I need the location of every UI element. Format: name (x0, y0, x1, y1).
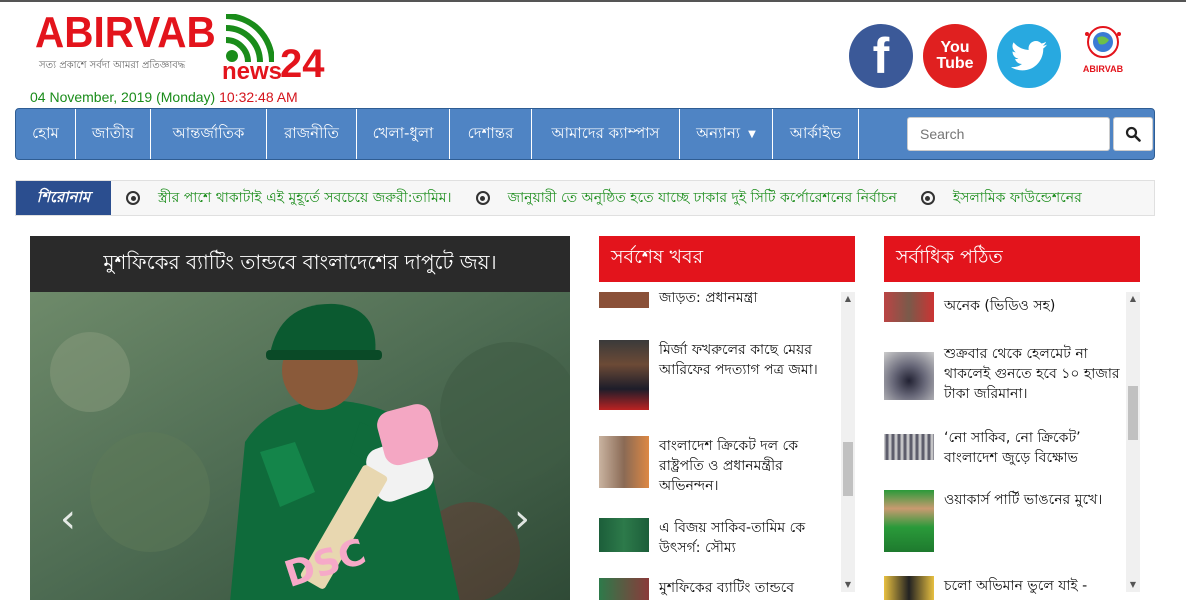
nav-item-national[interactable]: জাতীয় (76, 109, 151, 159)
search-icon (1125, 126, 1141, 142)
slider-next-icon[interactable]: › (514, 496, 530, 542)
list-item[interactable]: অনেক (ভিডিও সহ) (884, 292, 1124, 322)
featured-slider[interactable]: মুশফিকের ব্যাটিং তান্ডবে বাংলাদেশের দাপু… (30, 236, 570, 600)
latest-news-list: জড়িত: প্রধানমন্ত্রী মির্জা ফখরুলের কাছে… (599, 292, 839, 600)
news-thumbnail (884, 490, 934, 552)
scroll-thumb[interactable] (1128, 386, 1138, 440)
news-title[interactable]: মির্জা ফখরুলের কাছে মেয়র আরিফের পদত্যাগ… (659, 340, 839, 410)
ticker-track: স্ত্রীর পাশে থাকাটাই এই মুহূর্তে সবচেয়ে… (124, 181, 1104, 215)
list-item[interactable]: ওয়াকার্স পার্টি ভাঙনের মুখে। (884, 490, 1124, 552)
youtube-icon-line1: You (940, 39, 970, 56)
list-item[interactable]: শুক্রবার থেকে হেলমেট না থাকলেই গুনতে হবে… (884, 344, 1124, 404)
news-title[interactable]: ‘নো সাকিব, নো ক্রিকেট’ বাংলাদেশ জুড়ে বি… (944, 428, 1124, 468)
most-read-list: অনেক (ভিডিও সহ) শুক্রবার থেকে হেলমেট না … (884, 292, 1124, 600)
bullet-icon (920, 191, 935, 205)
nav-label: দেশান্তর (467, 123, 514, 142)
nav-label: খেলা-ধুলা (372, 123, 434, 142)
ticker-item[interactable]: ইসলামিক ফাউন্ডেশনের (953, 186, 1082, 210)
globe-icon (1085, 26, 1121, 58)
current-date: 04 November, 2019 (Monday) (30, 89, 216, 105)
foundation-logo[interactable]: ABIRVAB (1073, 24, 1133, 88)
news-thumbnail (599, 340, 649, 410)
caret-down-icon: ▼ (748, 128, 756, 140)
news-thumbnail (884, 434, 934, 460)
scroll-thumb[interactable] (843, 442, 853, 496)
news-thumbnail (599, 578, 649, 600)
nav-item-sports[interactable]: খেলা-ধুলা (357, 109, 450, 159)
nav-item-home[interactable]: হোম (16, 109, 76, 159)
foundation-label: ABIRVAB (1082, 64, 1124, 74)
list-item[interactable]: ‘নো সাকিব, নো ক্রিকেট’ বাংলাদেশ জুড়ে বি… (884, 428, 1124, 468)
news-title[interactable]: বাংলাদেশ ক্রিকেট দল কে রাষ্ট্রপতি ও প্রধ… (659, 436, 839, 496)
current-datetime: 04 November, 2019 (Monday) 10:32:48 AM (30, 89, 298, 105)
latest-news-panel: সর্বশেষ খবর জড়িত: প্রধানমন্ত্রী মির্জা … (599, 236, 855, 600)
nav-label: জাতীয় (91, 123, 135, 142)
list-item[interactable]: এ বিজয় সাকিব-তামিম কে উৎসর্গ: সৌম্য (599, 518, 839, 558)
scroll-up-icon[interactable]: ▲ (841, 292, 855, 306)
news-thumbnail (599, 436, 649, 488)
nav-label: আর্কাইভ (789, 123, 842, 142)
facebook-icon: f (872, 28, 890, 84)
ticker-item[interactable]: জানুয়ারী তে অনুষ্ঠিত হতে যাচ্ছে ঢাকার দ… (508, 186, 897, 210)
site-logo[interactable]: ABIRVAB সত্য প্রকাশে সর্বদা আমরা প্রতিজ্… (35, 8, 335, 88)
headline-ticker: শিরোনাম স্ত্রীর পাশে থাকাটাই এই মুহূর্তে… (15, 180, 1155, 216)
list-item[interactable]: জড়িত: প্রধানমন্ত্রী (599, 292, 839, 308)
news-thumbnail (884, 352, 934, 400)
nav-label: আন্তর্জাতিক (172, 123, 245, 142)
youtube-link[interactable]: You Tube (923, 24, 987, 88)
nav-label: রাজনীতি (284, 123, 339, 142)
bullet-icon (126, 191, 140, 205)
news-thumbnail (884, 292, 934, 322)
ticker-label: শিরোনাম (16, 181, 111, 215)
most-read-scrollbar[interactable]: ▲ ▼ (1126, 292, 1140, 592)
twitter-link[interactable] (997, 24, 1061, 88)
ticker-item[interactable]: স্ত্রীর পাশে থাকাটাই এই মুহূর্তে সবচেয়ে… (158, 186, 452, 210)
logo-news-text: news (222, 58, 283, 85)
nav-label: হোম (32, 123, 59, 142)
list-item[interactable]: চলো অভিমান ভুলে যাই - (884, 576, 1124, 600)
news-title[interactable]: এ বিজয় সাকিব-তামিম কে উৎসর্গ: সৌম্য (659, 518, 839, 558)
slide-title[interactable]: মুশফিকের ব্যাটিং তান্ডবে বাংলাদেশের দাপু… (30, 236, 570, 292)
most-read-panel: সর্বাধিক পঠিত অনেক (ভিডিও সহ) শুক্রবার থ… (884, 236, 1140, 600)
news-title[interactable]: মুশফিকের ব্যাটিং তান্ডবে (659, 578, 839, 600)
most-read-heading: সর্বাধিক পঠিত (884, 236, 1140, 282)
facebook-link[interactable]: f (849, 24, 913, 88)
scroll-down-icon[interactable]: ▼ (1126, 578, 1140, 592)
latest-scrollbar[interactable]: ▲ ▼ (841, 292, 855, 592)
nav-item-politics[interactable]: রাজনীতি (267, 109, 357, 159)
news-title[interactable]: চলো অভিমান ভুলে যাই - (944, 576, 1124, 600)
logo-tagline: সত্য প্রকাশে সর্বদা আমরা প্রতিজ্ঞাবদ্ধ (39, 60, 186, 71)
news-thumbnail (599, 518, 649, 552)
logo-wordmark: ABIRVAB (35, 8, 216, 57)
scroll-up-icon[interactable]: ▲ (1126, 292, 1140, 306)
list-item[interactable]: মুশফিকের ব্যাটিং তান্ডবে (599, 578, 839, 600)
nav-item-others[interactable]: অন্যান্য ▼ (680, 109, 773, 159)
news-thumbnail (884, 576, 934, 600)
nav-item-abroad[interactable]: দেশান্তর (450, 109, 532, 159)
nav-label: আমাদের ক্যাম্পাস (551, 123, 660, 142)
news-title[interactable]: জড়িত: প্রধানমন্ত্রী (659, 292, 839, 308)
news-title[interactable]: ওয়াকার্স পার্টি ভাঙনের মুখে। (944, 490, 1124, 552)
news-title[interactable]: শুক্রবার থেকে হেলমেট না থাকলেই গুনতে হবে… (944, 344, 1124, 404)
logo-number: 24 (280, 42, 325, 86)
youtube-icon-line2: Tube (936, 55, 974, 72)
twitter-icon (1011, 41, 1047, 71)
news-title[interactable]: অনেক (ভিডিও সহ) (944, 296, 1124, 322)
cricketer-photo: DSC (30, 292, 570, 600)
search-button[interactable] (1113, 117, 1153, 151)
latest-news-heading: সর্বশেষ খবর (599, 236, 855, 282)
slider-prev-icon[interactable]: ‹ (60, 496, 76, 542)
search-input[interactable] (907, 117, 1110, 151)
news-thumbnail (599, 292, 649, 308)
scroll-down-icon[interactable]: ▼ (841, 578, 855, 592)
nav-label: অন্যান্য (696, 123, 741, 142)
nav-item-international[interactable]: আন্তর্জাতিক (151, 109, 267, 159)
bullet-icon (475, 191, 490, 205)
list-item[interactable]: বাংলাদেশ ক্রিকেট দল কে রাষ্ট্রপতি ও প্রধ… (599, 436, 839, 496)
list-item[interactable]: মির্জা ফখরুলের কাছে মেয়র আরিফের পদত্যাগ… (599, 340, 839, 410)
current-time: 10:32:48 AM (219, 89, 298, 105)
nav-item-campus[interactable]: আমাদের ক্যাম্পাস (532, 109, 680, 159)
nav-item-archive[interactable]: আর্কাইভ (773, 109, 859, 159)
